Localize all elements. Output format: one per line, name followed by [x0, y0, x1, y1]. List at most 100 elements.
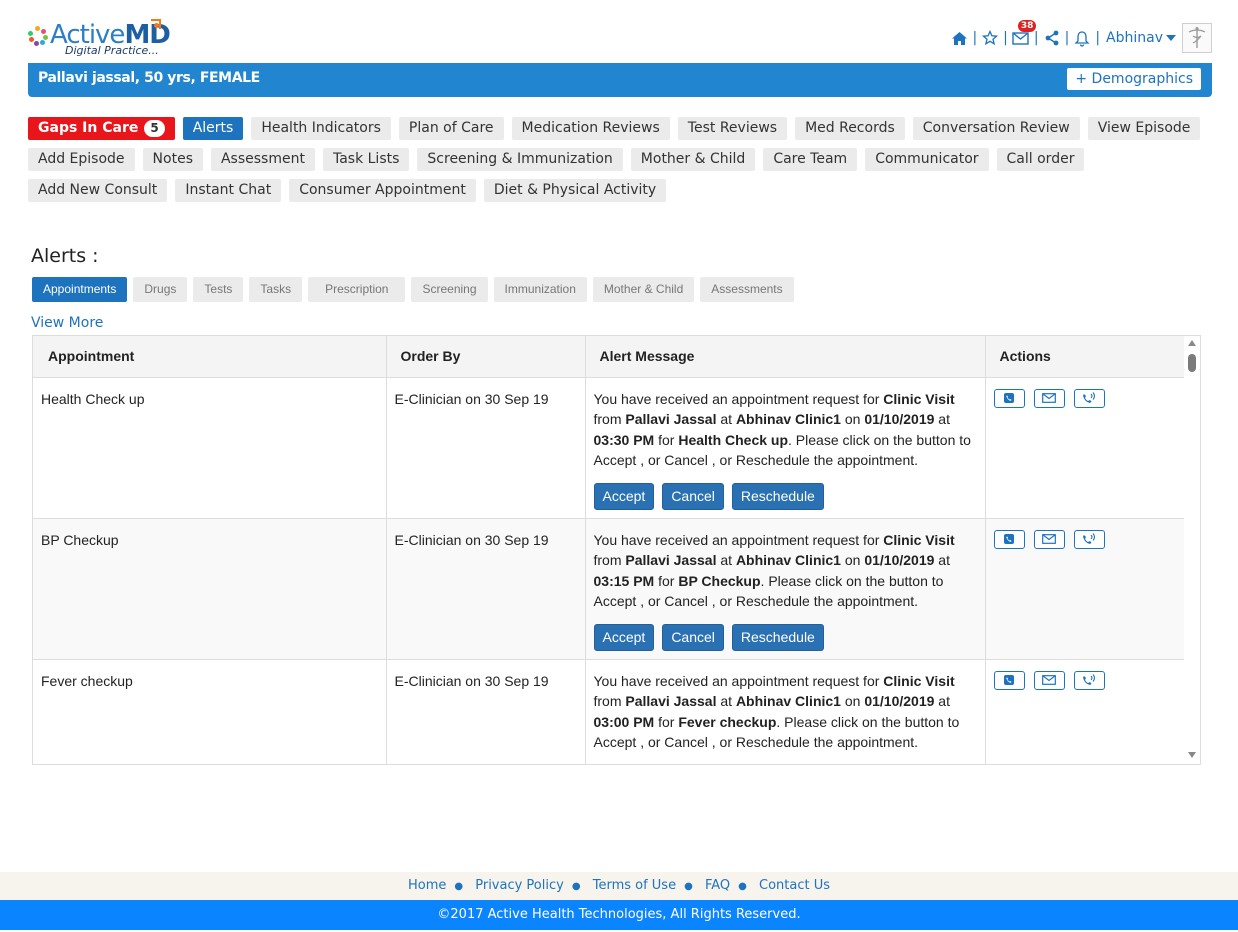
alerts-table: Appointment Order By Alert Message Actio…: [33, 336, 1187, 766]
accept-button[interactable]: Accept: [594, 765, 655, 766]
top-nav: | | 38 | | | Abhinav: [950, 20, 1212, 54]
user-name: Abhinav: [1106, 30, 1163, 46]
nav-tag-medication-reviews[interactable]: Medication Reviews: [511, 117, 670, 140]
subtab-immunization[interactable]: Immunization: [493, 277, 587, 302]
footer-link-privacy-policy[interactable]: Privacy Policy: [475, 878, 564, 893]
mail-action-button[interactable]: [1033, 529, 1065, 549]
nav-tag-call-order[interactable]: Call order: [996, 148, 1085, 171]
subtab-screening[interactable]: Screening: [411, 277, 488, 302]
nav-tag-health-indicators[interactable]: Health Indicators: [251, 117, 391, 140]
divider: |: [1064, 30, 1070, 46]
phone-action-button[interactable]: [993, 529, 1025, 549]
patient-summary: Pallavi jassal, 50 yrs, FEMALE: [38, 70, 260, 86]
actions-cell: [985, 518, 1187, 660]
gaps-count-badge: 5: [144, 120, 165, 137]
nav-tag-assessment[interactable]: Assessment: [210, 148, 315, 171]
order-by-cell: E-Clinician on 30 Sep 19: [386, 518, 586, 660]
mail-action-button[interactable]: [1033, 388, 1065, 408]
phone-action-button[interactable]: [993, 670, 1025, 690]
nav-tag-notes[interactable]: Notes: [142, 148, 203, 171]
nav-tag-add-episode[interactable]: Add Episode: [28, 148, 135, 171]
page: ActiveMD Digital Practice... | | 38 | | …: [0, 0, 1238, 932]
accept-button[interactable]: Accept: [593, 623, 655, 651]
voice-call-icon: [1081, 533, 1097, 545]
footer-link-home[interactable]: Home: [408, 878, 446, 893]
subtab-tests[interactable]: Tests: [193, 277, 244, 302]
subtab-drugs[interactable]: Drugs: [133, 277, 188, 302]
reschedule-button[interactable]: Reschedule: [732, 765, 824, 766]
nav-tag-test-reviews[interactable]: Test Reviews: [677, 117, 788, 140]
nav-tag-add-new-consult[interactable]: Add New Consult: [28, 179, 168, 202]
activemd-logo[interactable]: ActiveMD Digital Practice...: [28, 18, 171, 60]
nav-tag-instant-chat[interactable]: Instant Chat: [175, 179, 282, 202]
demographics-button[interactable]: + Demographics: [1067, 68, 1201, 90]
nav-tag-care-team[interactable]: Care Team: [763, 148, 858, 171]
cancel-button[interactable]: Cancel: [662, 623, 724, 651]
alert-message-text: You have received an appointment request…: [593, 390, 971, 469]
voice-call-action-button[interactable]: [1073, 670, 1105, 690]
alert-message-text: You have received an appointment request…: [593, 672, 960, 751]
nav-tag-communicator[interactable]: Communicator: [865, 148, 989, 171]
patient-nav-tags: Gaps In Care 5 Alerts Health Indicators …: [28, 117, 1208, 210]
subtab-prescription[interactable]: Prescription: [308, 277, 406, 302]
footer-link-terms-of-use[interactable]: Terms of Use: [593, 878, 676, 893]
avatar[interactable]: [1182, 23, 1212, 53]
mail-count-badge: 38: [1017, 20, 1037, 32]
scroll-up-icon[interactable]: [1188, 340, 1196, 346]
nav-row-2: Add Episode Notes Assessment Task Lists …: [28, 148, 1208, 171]
column-header-appointment[interactable]: Appointment: [33, 336, 387, 378]
nav-tag-screening-immunization[interactable]: Screening & Immunization: [417, 148, 623, 171]
mail-icon: [1042, 393, 1056, 403]
nav-row-1: Gaps In Care 5 Alerts Health Indicators …: [28, 117, 1208, 140]
star-icon[interactable]: [981, 29, 999, 47]
table-scrollbar[interactable]: [1184, 336, 1200, 764]
scrollbar-thumb[interactable]: [1188, 354, 1196, 372]
scroll-down-icon[interactable]: [1188, 752, 1196, 758]
column-header-order-by[interactable]: Order By: [386, 336, 586, 378]
user-menu[interactable]: Abhinav: [1106, 30, 1176, 46]
nav-tag-conversation-review[interactable]: Conversation Review: [912, 117, 1080, 140]
nav-tag-task-lists[interactable]: Task Lists: [322, 148, 410, 171]
nav-tag-plan-of-care[interactable]: Plan of Care: [398, 117, 504, 140]
response-buttons: Accept Cancel Reschedule: [593, 623, 977, 651]
accept-button[interactable]: Accept: [593, 482, 655, 510]
nav-tag-mother-child[interactable]: Mother & Child: [630, 148, 756, 171]
alert-message-cell: You have received an appointment request…: [585, 377, 986, 519]
gaps-in-care-button[interactable]: Gaps In Care 5: [28, 117, 175, 140]
footer-link-faq[interactable]: FAQ: [705, 878, 730, 893]
appointment-cell: Health Check up: [33, 377, 387, 519]
column-header-alert-message[interactable]: Alert Message: [585, 336, 986, 378]
reschedule-button[interactable]: Reschedule: [731, 482, 824, 510]
subtab-assessments[interactable]: Assessments: [700, 277, 794, 302]
cancel-button[interactable]: Cancel: [662, 482, 724, 510]
nav-tag-view-episode[interactable]: View Episode: [1087, 117, 1201, 140]
footer-links: Home ● Privacy Policy ● Terms of Use ● FAQ ●…: [0, 872, 1238, 900]
mail-icon: [1042, 534, 1056, 544]
mail-icon[interactable]: 38: [1012, 20, 1037, 47]
bullet: ●: [684, 881, 693, 892]
view-more-link[interactable]: View More: [31, 315, 103, 331]
cancel-button[interactable]: Cancel: [662, 765, 724, 766]
nav-tag-consumer-appointment[interactable]: Consumer Appointment: [289, 179, 476, 202]
nav-tag-alerts[interactable]: Alerts: [182, 117, 244, 140]
phone-action-button[interactable]: [993, 388, 1025, 408]
nav-tag-diet-physical-activity[interactable]: Diet & Physical Activity: [483, 179, 667, 202]
subtab-appointments[interactable]: Appointments: [32, 277, 128, 302]
subtab-mother-child[interactable]: Mother & Child: [592, 277, 695, 302]
subtab-tasks[interactable]: Tasks: [249, 277, 303, 302]
home-icon[interactable]: [950, 29, 968, 47]
bullet: ●: [738, 881, 747, 892]
nav-tag-med-records[interactable]: Med Records: [795, 117, 905, 140]
voice-call-action-button[interactable]: [1073, 529, 1105, 549]
appointment-cell: Fever checkup: [33, 659, 387, 764]
reschedule-button[interactable]: Reschedule: [731, 623, 824, 651]
nav-row-3: Add New Consult Instant Chat Consumer Ap…: [28, 179, 1208, 202]
alerts-table-container[interactable]: Appointment Order By Alert Message Actio…: [32, 335, 1201, 765]
column-header-actions[interactable]: Actions: [985, 336, 1187, 378]
bell-icon[interactable]: [1073, 29, 1091, 47]
share-icon[interactable]: [1043, 29, 1061, 47]
order-by-cell: E-Clinician on 30 Sep 19: [386, 377, 586, 519]
footer-link-contact-us[interactable]: Contact Us: [759, 878, 830, 893]
mail-action-button[interactable]: [1033, 670, 1065, 690]
voice-call-action-button[interactable]: [1073, 388, 1105, 408]
